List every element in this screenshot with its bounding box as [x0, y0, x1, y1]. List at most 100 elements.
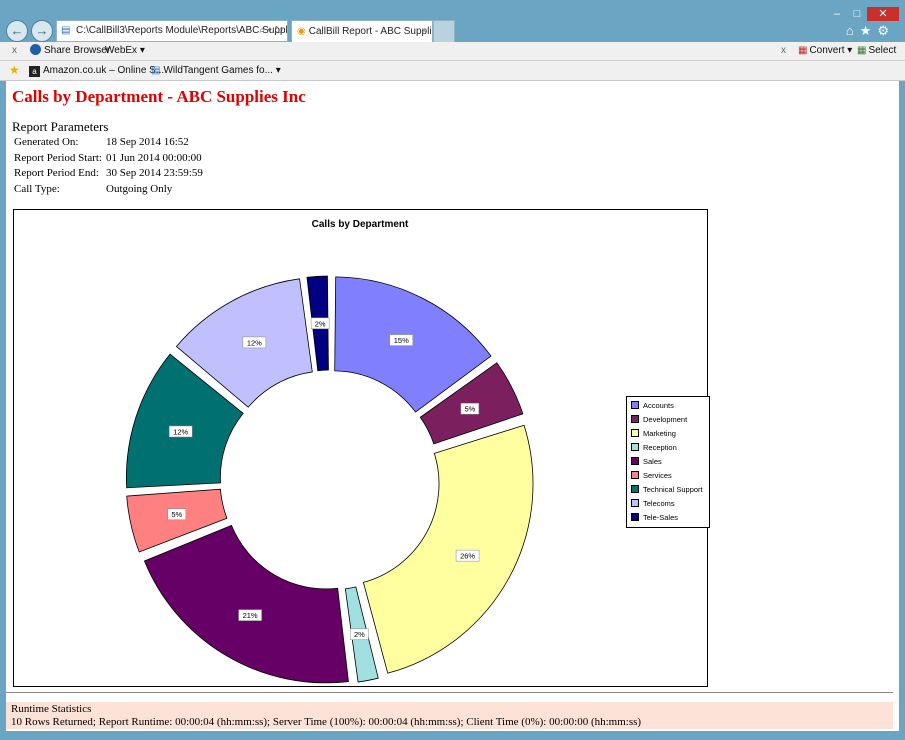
convert-label: Convert [809, 45, 845, 56]
globe-icon [30, 44, 41, 55]
chart-title: Calls by Department [312, 219, 409, 230]
command-toolbar: x Share Browser WebEx ▾ x ▦ Convert ▾ ▦ Se… [0, 42, 905, 61]
legend-swatch [631, 513, 639, 521]
legend-item: Telecoms [631, 497, 706, 511]
ie-page-icon: ▤ [61, 25, 71, 36]
home-icon[interactable]: ⌂ [846, 23, 860, 38]
back-arrow-icon: ← [10, 23, 24, 38]
favorites-star-icon[interactable]: ★ [860, 23, 878, 38]
svg-text:5%: 5% [464, 405, 475, 414]
favorite-amazon[interactable]: a Amazon.co.uk – Online S... [29, 61, 164, 80]
chart-data-label: 12% [168, 425, 193, 438]
amazon-icon: a [29, 66, 40, 77]
params-heading: Report Parameters [12, 119, 109, 134]
svg-text:5%: 5% [171, 510, 182, 519]
page-content: Calls by Department - ABC Supplies Inc R… [6, 81, 899, 731]
svg-text:2%: 2% [315, 319, 326, 328]
legend-label: Sales [643, 457, 662, 466]
forward-button[interactable]: → [31, 20, 53, 42]
chart-slice-marketing [362, 424, 534, 674]
param-label: Call Type: [14, 182, 60, 195]
svg-text:26%: 26% [460, 552, 475, 561]
runtime-statistics: Runtime Statistics 10 Rows Returned; Rep… [6, 702, 893, 729]
legend-label: Technical Support [643, 485, 703, 494]
legend-swatch [631, 401, 639, 409]
select-label: Select [868, 45, 897, 56]
share-browser-button[interactable]: Share Browser [30, 42, 110, 60]
favorites-bar: ★ a Amazon.co.uk – Online S... ▤ WildTange… [0, 61, 905, 81]
legend-swatch [631, 415, 639, 423]
svg-text:12%: 12% [173, 427, 188, 436]
param-value: 30 Sep 2014 23:59:59 [106, 167, 203, 179]
tab-callbill-report[interactable]: ◉ CallBill Report - ABC Suppli... × [291, 20, 433, 42]
window-controls: – □ ✕ [827, 4, 899, 21]
param-value: 18 Sep 2014 16:52 [106, 136, 189, 148]
chart-data-label: 15% [389, 334, 414, 346]
favorite-amazon-label: Amazon.co.uk – Online S... [43, 65, 165, 76]
param-row: Report Period Start: 01 Jun 2014 00:00:00 [14, 152, 203, 168]
webex-menu[interactable]: WebEx ▾ [105, 42, 145, 60]
ie-page-icon: ▤ [151, 65, 161, 76]
address-bar[interactable]: ▤ C:\CallBill3\Reports Module\Reports\ABC… [56, 20, 288, 42]
legend-label: Services [643, 471, 672, 480]
param-row: Generated On: 18 Sep 2014 16:52 [14, 136, 203, 152]
favorite-wildtangent[interactable]: ▤ WildTangent Games fo... ▾ [151, 61, 281, 80]
legend-swatch [631, 457, 639, 465]
maximize-icon[interactable]: □ [847, 7, 867, 21]
settings-gear-icon[interactable]: ⚙ [877, 23, 895, 38]
new-tab-button[interactable] [433, 20, 455, 42]
toolbar-right-close-icon[interactable]: x [781, 42, 786, 60]
favorite-wildtangent-label: WildTangent Games fo... [163, 65, 273, 76]
legend-item: Services [631, 469, 706, 483]
divider [6, 692, 893, 693]
param-label: Report Period Start: [14, 151, 102, 164]
chevron-down-icon: ▾ [275, 65, 281, 76]
minimize-icon[interactable]: – [827, 7, 847, 21]
svg-text:15%: 15% [394, 336, 409, 345]
share-browser-label: Share Browser [44, 45, 111, 56]
legend-label: Tele-Sales [643, 513, 679, 522]
params-table: Generated On: 18 Sep 2014 16:52 Report Pe… [14, 136, 203, 198]
legend-label: Reception [643, 443, 677, 452]
legend-label: Marketing [643, 429, 676, 438]
param-row: Call Type: Outgoing Only [14, 183, 203, 199]
pdf-icon: ▦ [798, 45, 808, 56]
close-window-icon[interactable]: ✕ [867, 7, 899, 21]
chart-data-label: 12% [242, 336, 267, 349]
chart-legend: Accounts Development Marketing Reception Sal… [626, 396, 710, 528]
chart-data-label: 26% [455, 549, 480, 562]
param-row: Report Period End: 30 Sep 2014 23:59:59 [14, 167, 203, 183]
legend-item: Accounts [631, 399, 706, 413]
legend-item: Sales [631, 455, 706, 469]
browser-titlebar: ← → ▤ C:\CallBill3\Reports Module\Reports… [0, 0, 905, 42]
select-icon: ▦ [857, 45, 867, 56]
back-button[interactable]: ← [6, 20, 28, 42]
address-controls[interactable]: ⌕ ▾ ↻ [259, 21, 283, 41]
chevron-down-icon: ▾ [847, 45, 853, 56]
legend-swatch [631, 429, 639, 437]
favorites-icon[interactable]: ★ [9, 61, 20, 80]
stats-heading: Runtime Statistics [11, 703, 92, 715]
chart-slices [125, 275, 534, 684]
svg-text:12%: 12% [247, 338, 262, 347]
param-value: 01 Jun 2014 00:00:00 [106, 151, 202, 164]
legend-swatch [631, 443, 639, 451]
param-label: Generated On: [14, 136, 79, 148]
chart-data-label: 2% [350, 628, 369, 640]
forward-arrow-icon: → [35, 23, 49, 38]
convert-button[interactable]: ▦ Convert ▾ [798, 42, 852, 60]
chart-slice-sales [143, 524, 349, 684]
tab-title: CallBill Report - ABC Suppli... [308, 26, 433, 37]
chart-data-label: 5% [167, 508, 187, 520]
select-button[interactable]: ▦ Select [857, 42, 896, 60]
stats-line: 10 Rows Returned; Report Runtime: 00:00:… [11, 715, 642, 728]
legend-label: Development [643, 415, 688, 424]
legend-swatch [631, 471, 639, 479]
toolbar-close-icon[interactable]: x [12, 42, 17, 60]
param-value: Outgoing Only [106, 182, 173, 195]
svg-text:21%: 21% [243, 611, 258, 620]
legend-item: Reception [631, 441, 706, 455]
tab-close-icon[interactable]: × [421, 21, 427, 42]
legend-item: Tele-Sales [631, 511, 706, 525]
ie-tab-icon: ◉ [297, 26, 306, 37]
